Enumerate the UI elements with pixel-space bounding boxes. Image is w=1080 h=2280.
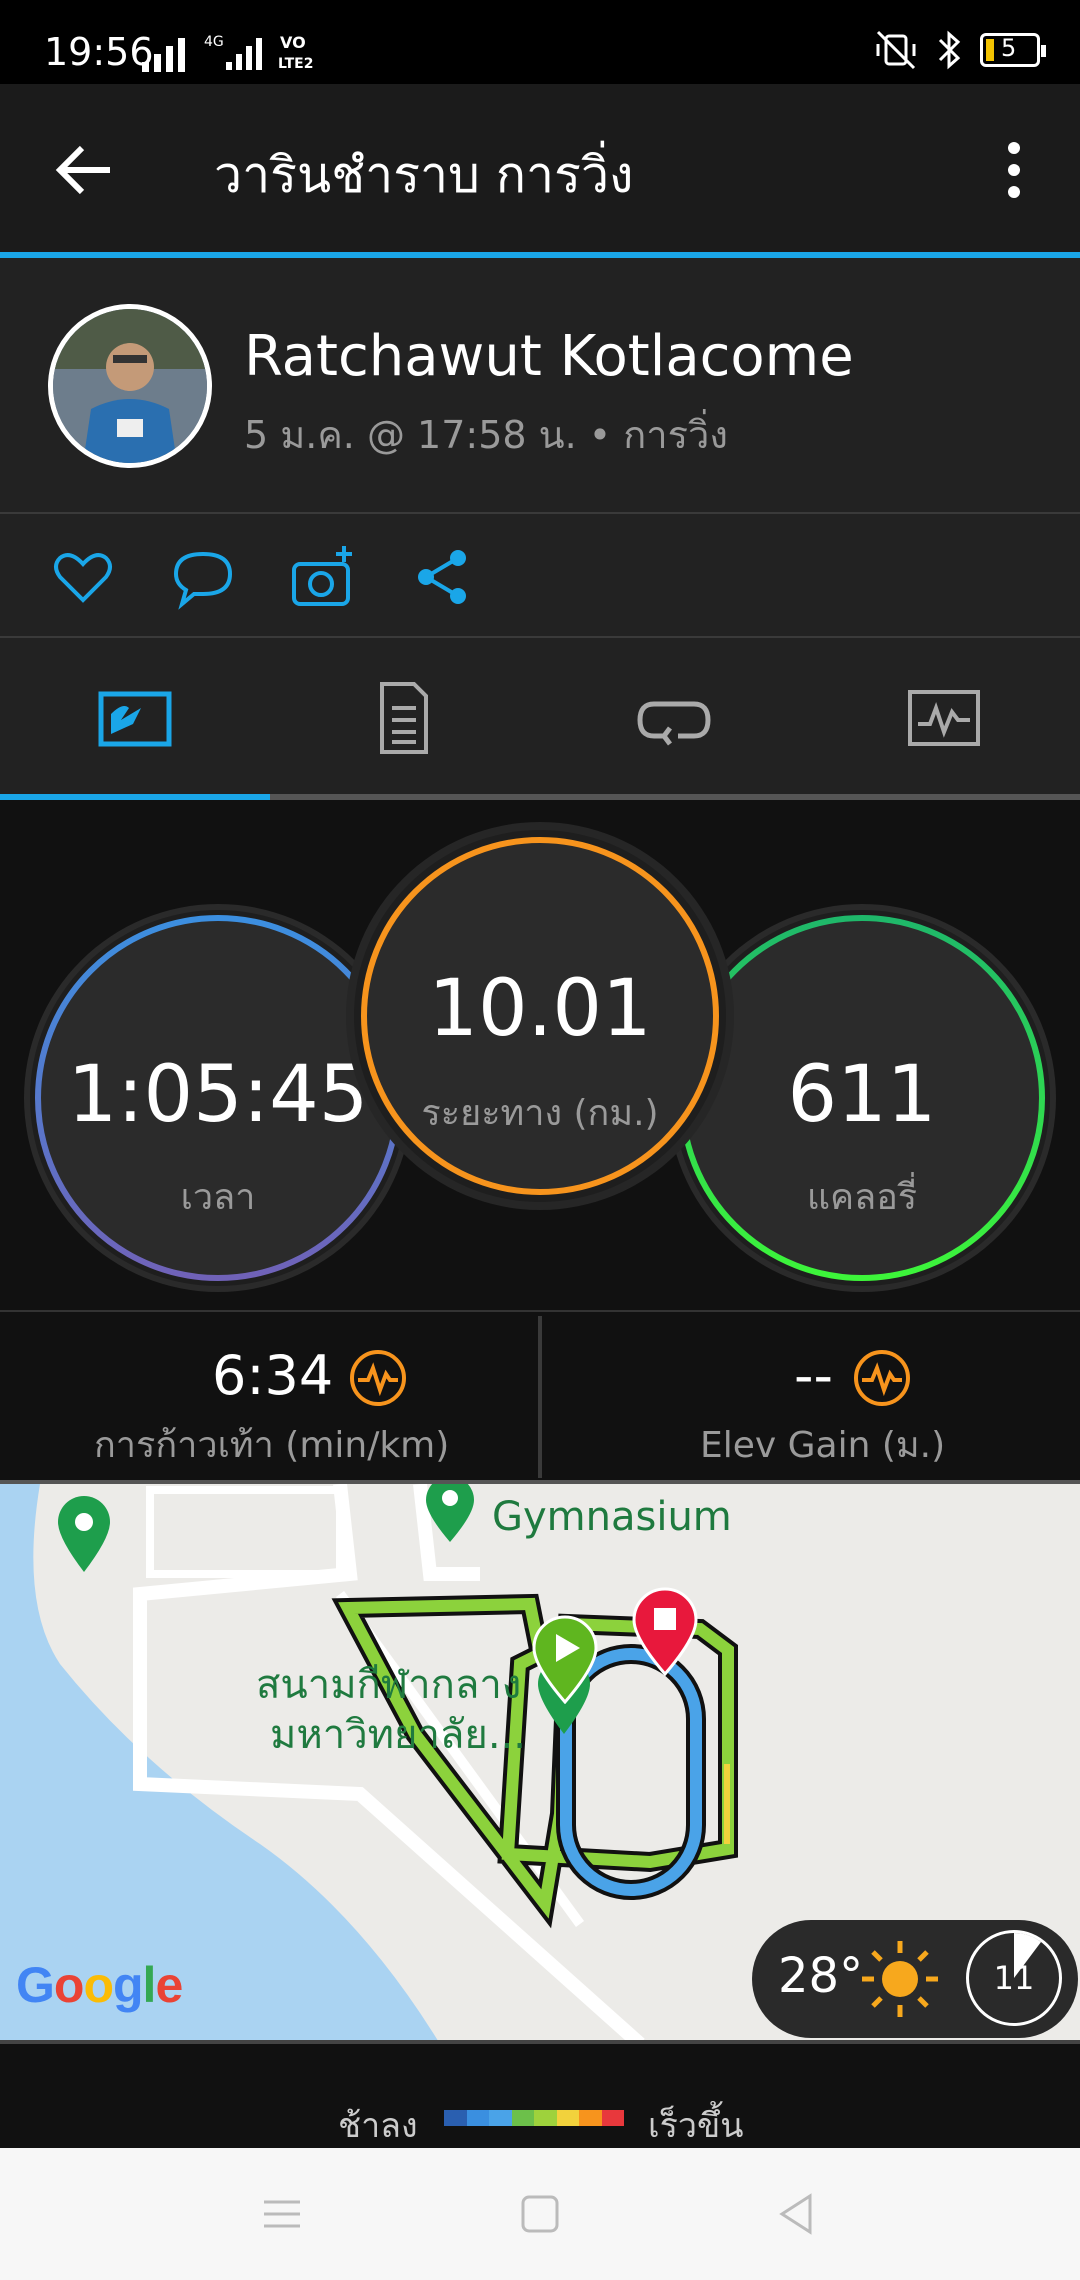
vibrate-off-icon [876, 30, 916, 70]
pace-legend: ช้าลง เร็วขึ้น [0, 2040, 1080, 2148]
chart-icon [908, 690, 980, 746]
tab-charts[interactable] [904, 678, 984, 758]
wind-speed: 11 [993, 1959, 1035, 1997]
wind-dial: 11 [966, 1930, 1062, 2026]
battery-icon: 5 [980, 33, 1046, 67]
system-nav-bar [0, 2148, 1080, 2280]
page-title: วารินชำราบ การวิ่ง [214, 146, 634, 204]
status-right-icons: 5 [874, 30, 1046, 70]
google-logo: Google [16, 1957, 183, 2013]
triangle-back-icon [779, 2193, 812, 2235]
summary-stats: 1:05:45 เวลา 611 แคลอรี่ 10.01 ระยะทาง (… [0, 800, 1080, 1310]
status-left-icons: 4G VO LTE2 [140, 32, 326, 72]
tab-laps[interactable] [634, 678, 714, 758]
elev-pulse-icon [854, 1350, 910, 1406]
legend-slow-label: ช้าลง [338, 2106, 418, 2146]
athlete-name[interactable]: Ratchawut Kotlacome [244, 324, 854, 389]
pace-value: 6:34 [212, 1344, 334, 1407]
comment-icon [173, 551, 233, 610]
status-bar: 19:56 4G VO LTE2 5 [0, 0, 1080, 84]
sun-icon [862, 1941, 938, 2017]
pace-label: การก้าวเท้า (min/km) [94, 1425, 450, 1466]
home-square-icon [521, 2195, 559, 2233]
distance-value: 10.01 [428, 964, 652, 1054]
camera-add-icon [292, 546, 352, 606]
legend-color-bar [444, 2110, 624, 2126]
comment-button[interactable] [170, 544, 236, 610]
volte-icon: VO LTE2 [278, 33, 313, 72]
time-label: เวลา [180, 1177, 256, 1218]
weather-badge[interactable]: 28° 11 [752, 1920, 1078, 2038]
time-value: 1:05:45 [67, 1050, 369, 1140]
nav-menu-button[interactable] [252, 2184, 312, 2244]
tab-stats[interactable] [95, 678, 175, 758]
loop-icon [637, 701, 711, 746]
add-photo-button[interactable] [290, 544, 356, 610]
metrics-divider [538, 1316, 542, 1478]
tab-details[interactable] [364, 678, 444, 758]
map-label-stadium-line2: มหาวิทยาลัย... [270, 1712, 527, 1758]
pace-pulse-icon [350, 1350, 406, 1406]
like-button[interactable] [50, 544, 116, 610]
more-options-button[interactable] [974, 130, 1054, 210]
avatar-photo [53, 309, 207, 463]
poi-marker-icon [58, 1496, 110, 1572]
share-icon [418, 550, 466, 604]
nav-home-button[interactable] [510, 2184, 570, 2244]
stop-marker-icon[interactable] [630, 1586, 700, 1676]
arrow-back-icon [55, 145, 110, 195]
heart-icon [54, 553, 112, 603]
calories-ring: 611 แคลอรี่ [674, 910, 1050, 1286]
start-marker-icon[interactable] [530, 1614, 600, 1704]
legend-fast-label: เร็วขึ้น [648, 2106, 744, 2146]
secondary-metrics: 6:34 การก้าวเท้า (min/km) -- Elev Gain (… [0, 1310, 1080, 1480]
calories-value: 611 [787, 1050, 937, 1140]
share-button[interactable] [410, 544, 476, 610]
activity-meta: 5 ม.ค. @ 17:58 น. • การวิ่ง [244, 413, 728, 457]
signal-4g-icon: 4G [204, 34, 262, 70]
more-vert-icon [1008, 142, 1020, 198]
activity-tabs [0, 638, 1080, 800]
elev-gain-value: -- [794, 1344, 833, 1407]
signal-icon [142, 38, 185, 72]
svg-text:VO: VO [280, 33, 306, 52]
activity-header: Ratchawut Kotlacome 5 ม.ค. @ 17:58 น. • … [0, 258, 1080, 514]
gym-marker-icon [426, 1484, 474, 1542]
menu-icon [264, 2200, 300, 2228]
app-bar: วารินชำราบ การวิ่ง [0, 84, 1080, 252]
status-time: 19:56 [44, 30, 154, 74]
time-ring: 1:05:45 เวลา [30, 910, 406, 1286]
svg-text:LTE2: LTE2 [278, 56, 313, 72]
social-actions [0, 514, 1080, 638]
calories-label: แคลอรี่ [806, 1177, 918, 1218]
document-icon [380, 682, 428, 754]
stats-tab-icon [98, 691, 172, 747]
bluetooth-icon [938, 30, 961, 70]
distance-label: ระยะทาง (กม.) [421, 1093, 659, 1134]
map-label-gymnasium: Gymnasium [492, 1494, 732, 1540]
back-button[interactable] [44, 130, 124, 210]
avatar[interactable] [48, 304, 212, 468]
route-map[interactable]: Gymnasium สนามกีฬากลาง มหาวิทยาลัย... Go… [0, 1480, 1080, 2040]
elev-gain-label: Elev Gain (ม.) [700, 1425, 946, 1466]
svg-text:4G: 4G [204, 34, 224, 50]
distance-ring: 10.01 ระยะทาง (กม.) [354, 830, 726, 1202]
battery-level: 5 [1001, 34, 1017, 62]
weather-temperature: 28° [778, 1948, 864, 2004]
nav-back-button[interactable] [768, 2184, 828, 2244]
